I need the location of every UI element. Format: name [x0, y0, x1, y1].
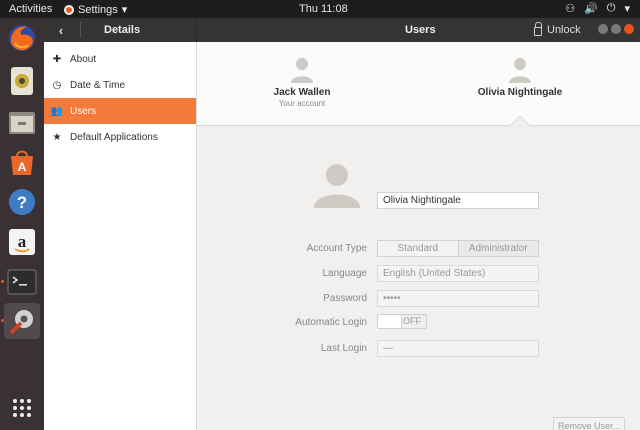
volume-icon: 🔊 [584, 3, 598, 15]
star-icon: ★ [52, 131, 62, 143]
sidebar-item-about[interactable]: ✚ About [44, 46, 196, 72]
users-panel: Jack Wallen Your account Olivia Nighting… [197, 42, 640, 430]
svg-text:a: a [18, 232, 27, 251]
power-icon: ⏻ [606, 2, 616, 14]
amazon-icon[interactable]: a [4, 224, 40, 260]
rhythmbox-icon[interactable] [4, 63, 40, 99]
minimize-button[interactable] [598, 24, 608, 34]
launcher-dock: A ? a [0, 18, 44, 430]
lock-icon [534, 22, 542, 36]
show-applications-icon[interactable] [4, 390, 40, 426]
user-subtitle: Your account [278, 99, 326, 108]
automatic-login-label: Automatic Login [295, 317, 367, 328]
user-name: Olivia Nightingale [477, 87, 563, 98]
unlock-button[interactable]: Unlock [530, 21, 585, 39]
sidebar-item-default-applications[interactable]: ★ Default Applications [44, 124, 196, 150]
user-list: Jack Wallen Your account Olivia Nighting… [197, 42, 640, 135]
remove-user-button[interactable]: Remove User... [553, 417, 625, 430]
sidebar-item-label: Default Applications [70, 131, 158, 143]
software-center-icon[interactable]: A [4, 144, 40, 180]
user-card-jack[interactable]: Jack Wallen Your account [242, 56, 362, 108]
activities-button[interactable]: Activities [9, 3, 52, 15]
settings-app-icon [64, 4, 74, 15]
app-menu[interactable]: Settings ▾ [64, 3, 127, 16]
sidebar-item-users[interactable]: 👥 Users [44, 98, 196, 124]
about-icon: ✚ [52, 53, 62, 65]
top-bar: Activities Settings ▾ Thu 11:08 ⚇ 🔊 ⏻ ▾ [0, 0, 640, 18]
window-controls [598, 24, 634, 34]
account-type-selector: Standard Administrator [377, 240, 539, 257]
password-label: Password [323, 293, 367, 304]
system-tray[interactable]: ⚇ 🔊 ⏻ ▾ [565, 2, 630, 15]
network-icon: ⚇ [565, 3, 576, 15]
last-login-field[interactable]: — [377, 340, 539, 357]
sidebar: ✚ About ◷ Date & Time 👥 Users ★ Default … [44, 42, 197, 430]
divider [196, 18, 197, 42]
switch-knob [378, 315, 402, 328]
avatar [509, 58, 531, 83]
svg-text:?: ? [17, 193, 27, 212]
maximize-button[interactable] [611, 24, 621, 34]
close-button[interactable] [624, 24, 634, 34]
switch-state: OFF [403, 316, 421, 326]
full-name-field[interactable]: Olivia Nightingale [377, 192, 539, 209]
chevron-down-icon: ▾ [624, 3, 630, 15]
password-field[interactable]: ••••• [377, 290, 539, 307]
unlock-label: Unlock [547, 24, 581, 36]
app-menu-label: Settings [78, 3, 118, 16]
back-button[interactable]: ‹ [52, 21, 70, 39]
sidebar-item-label: Date & Time [70, 79, 126, 91]
user-card-olivia[interactable]: Olivia Nightingale [460, 56, 580, 98]
help-icon[interactable]: ? [4, 184, 40, 220]
sidebar-item-date-time[interactable]: ◷ Date & Time [44, 72, 196, 98]
clock-icon: ◷ [52, 79, 62, 91]
chevron-down-icon: ▾ [121, 4, 128, 16]
sidebar-item-label: About [70, 53, 97, 65]
language-field[interactable]: English (United States) [377, 265, 539, 282]
automatic-login-switch[interactable]: OFF [377, 314, 427, 329]
avatar [291, 58, 313, 83]
settings-icon[interactable] [1, 303, 40, 339]
header-bar: ‹ Details Users Unlock [44, 18, 640, 42]
sidebar-title: Details [104, 24, 141, 36]
running-indicator [1, 280, 4, 283]
svg-text:A: A [18, 160, 27, 174]
user-details: Olivia Nightingale Account Type Standard… [197, 126, 640, 430]
divider [80, 22, 81, 38]
settings-window: ‹ Details Users Unlock ✚ About ◷ Date & … [44, 18, 640, 430]
chevron-left-icon: ‹ [58, 22, 64, 38]
page-title: Users [405, 24, 436, 36]
language-label: Language [322, 268, 368, 279]
files-icon[interactable] [4, 105, 40, 141]
user-name: Jack Wallen [273, 87, 331, 98]
account-type-administrator[interactable]: Administrator [457, 241, 538, 256]
account-type-label: Account Type [306, 243, 367, 254]
user-avatar-button[interactable] [312, 158, 362, 210]
users-icon: 👥 [50, 105, 64, 117]
running-indicator [1, 319, 4, 322]
sidebar-item-label: Users [70, 105, 97, 117]
last-login-label: Last Login [320, 343, 367, 354]
clock[interactable]: Thu 11:08 [299, 3, 348, 15]
firefox-icon[interactable] [4, 20, 40, 56]
terminal-icon[interactable] [1, 264, 40, 300]
account-type-standard[interactable]: Standard [378, 241, 458, 256]
